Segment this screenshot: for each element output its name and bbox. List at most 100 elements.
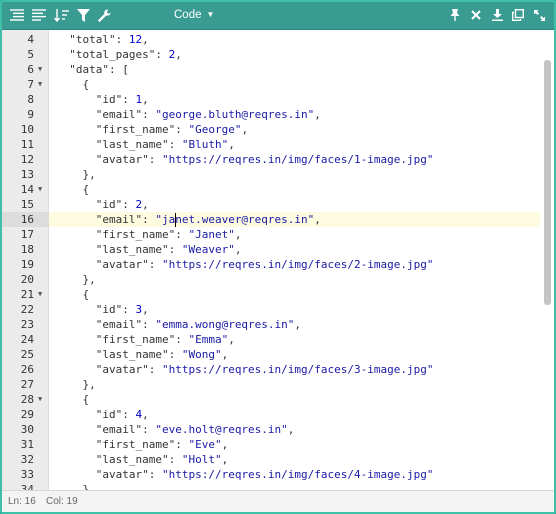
- code-line[interactable]: "first_name": "Janet",: [56, 227, 540, 242]
- code-token: },: [56, 168, 96, 181]
- code-line[interactable]: },: [56, 272, 540, 287]
- code-token: :: [175, 228, 189, 241]
- code-token: ,: [142, 303, 149, 316]
- code-token: "Emma": [188, 333, 229, 346]
- code-line[interactable]: "last_name": "Holt",: [56, 452, 540, 467]
- code-token: "first_name": [56, 438, 176, 451]
- code-line[interactable]: "avatar": "https://reqres.in/img/faces/2…: [56, 257, 540, 272]
- line-number-label: 23: [20, 318, 34, 331]
- chevron-down-icon: ▼: [206, 10, 215, 19]
- code-token: ,: [175, 48, 182, 61]
- code-line[interactable]: "first_name": "Eve",: [56, 437, 540, 452]
- code-line[interactable]: "data": [: [56, 62, 540, 77]
- code-token: :: [148, 468, 162, 481]
- code-token: "Weaver": [181, 243, 235, 256]
- code-token: {: [56, 393, 90, 406]
- line-number: 13: [2, 167, 48, 182]
- code-line[interactable]: "last_name": "Weaver",: [56, 242, 540, 257]
- code-line[interactable]: "total_pages": 2,: [56, 47, 540, 62]
- code-line[interactable]: "id": 1,: [56, 92, 540, 107]
- code-line[interactable]: {: [56, 392, 540, 407]
- column-indicator: Col: 19: [46, 496, 78, 507]
- line-number: 27: [2, 377, 48, 392]
- line-number-label: 26: [20, 363, 34, 376]
- code-line[interactable]: {: [56, 77, 540, 92]
- code-line[interactable]: "total": 12,: [56, 32, 540, 47]
- line-number: 12: [2, 152, 48, 167]
- text-cursor: [175, 213, 177, 227]
- line-number-label: 24: [20, 333, 34, 346]
- code-line[interactable]: "avatar": "https://reqres.in/img/faces/3…: [56, 362, 540, 377]
- code-line[interactable]: },: [56, 377, 540, 392]
- pin-icon[interactable]: [446, 6, 464, 24]
- code-line[interactable]: "email": "janet.weaver@reqres.in",: [49, 212, 540, 227]
- code-line[interactable]: "email": "george.bluth@reqres.in",: [56, 107, 540, 122]
- code-token: ,: [221, 438, 229, 451]
- code-editor[interactable]: 4 5 6 ▼ 7 ▼ 8 9 10 11 12 13 14 ▼ 15 16 17 18 19 20 21 ▼ 22 23 24…: [2, 30, 554, 490]
- fold-toggle-icon[interactable]: ▼: [38, 77, 42, 92]
- line-number: 29: [2, 407, 48, 422]
- line-number: 14 ▼: [2, 182, 48, 197]
- line-number-label: 19: [20, 258, 34, 271]
- line-number: 31: [2, 437, 48, 452]
- code-token: "https://reqres.in/img/faces/3-image.jpg…: [161, 363, 434, 376]
- code-token: },: [56, 273, 96, 286]
- code-token: :: [175, 333, 189, 346]
- code-token: "Eve": [188, 438, 222, 451]
- format-icon[interactable]: [8, 6, 26, 24]
- code-token: ,: [228, 138, 235, 151]
- code-token: "last_name": [56, 243, 169, 256]
- line-number-label: 27: [20, 378, 34, 391]
- expand-icon[interactable]: [530, 6, 548, 24]
- vertical-scrollbar[interactable]: [544, 60, 551, 305]
- code-line[interactable]: },: [56, 482, 540, 490]
- code-token: :: [148, 153, 162, 166]
- fold-toggle-icon[interactable]: ▼: [38, 287, 42, 302]
- code-line[interactable]: "email": "emma.wong@reqres.in",: [56, 317, 540, 332]
- code-token: "first_name": [56, 333, 176, 346]
- sort-icon[interactable]: [52, 6, 70, 24]
- line-number-label: 30: [20, 423, 34, 436]
- code-token: :: [148, 258, 162, 271]
- code-line[interactable]: "id": 4,: [56, 407, 540, 422]
- code-line[interactable]: {: [56, 182, 540, 197]
- copy-icon[interactable]: [509, 6, 527, 24]
- code-line[interactable]: "id": 2,: [56, 197, 540, 212]
- code-token: :: [175, 123, 189, 136]
- mode-select[interactable]: Code ▼: [170, 5, 218, 25]
- download-icon[interactable]: [488, 6, 506, 24]
- line-number: 21 ▼: [2, 287, 48, 302]
- line-number: 28 ▼: [2, 392, 48, 407]
- code-line[interactable]: "first_name": "George",: [56, 122, 540, 137]
- code-line[interactable]: },: [56, 167, 540, 182]
- line-number: 7 ▼: [2, 77, 48, 92]
- line-number: 15: [2, 197, 48, 212]
- code-line[interactable]: "email": "eve.holt@reqres.in",: [56, 422, 540, 437]
- code-line[interactable]: "avatar": "https://reqres.in/img/faces/4…: [56, 467, 540, 482]
- code-token: ,: [287, 423, 295, 436]
- line-number-label: 25: [20, 348, 34, 361]
- code-token: ,: [234, 243, 242, 256]
- line-number: 25: [2, 347, 48, 362]
- close-icon[interactable]: [467, 6, 485, 24]
- repair-icon[interactable]: [95, 6, 113, 24]
- code-token: {: [56, 183, 90, 196]
- code-token: "first_name": [56, 228, 176, 241]
- code-line[interactable]: "id": 3,: [56, 302, 540, 317]
- code-line[interactable]: "avatar": "https://reqres.in/img/faces/1…: [56, 152, 540, 167]
- code-line[interactable]: "last_name": "Bluth",: [56, 137, 540, 152]
- line-number-label: 29: [20, 408, 34, 421]
- fold-toggle-icon[interactable]: ▼: [38, 392, 42, 407]
- code-token: :: [122, 198, 136, 211]
- fold-toggle-icon[interactable]: ▼: [38, 62, 42, 77]
- line-number: 22: [2, 302, 48, 317]
- code-line[interactable]: {: [56, 287, 540, 302]
- fold-toggle-icon[interactable]: ▼: [38, 182, 42, 197]
- code-token: ,: [142, 93, 149, 106]
- status-bar: Ln: 16 Col: 19: [2, 490, 554, 512]
- filter-icon[interactable]: [74, 6, 92, 24]
- compact-icon[interactable]: [30, 6, 48, 24]
- code-line[interactable]: "first_name": "Emma",: [56, 332, 540, 347]
- code-token: :: [122, 303, 136, 316]
- code-line[interactable]: "last_name": "Wong",: [56, 347, 540, 362]
